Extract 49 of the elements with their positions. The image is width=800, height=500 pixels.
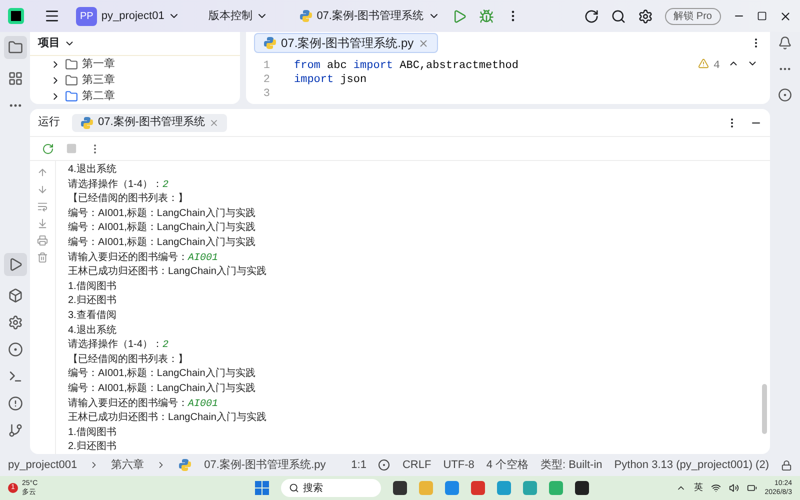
console-line: 3.查看借阅 xyxy=(68,308,116,323)
panel-title: 项目 xyxy=(38,36,60,52)
line-number: 3 xyxy=(263,87,270,100)
input-language[interactable]: 英 xyxy=(694,481,703,495)
console-line: 编号：AI001,标题：LangChain入门与实践 xyxy=(68,236,256,250)
console-line: 2.归还图书 xyxy=(68,440,116,454)
console-line: 请输入要归还的图书编号：AI001 xyxy=(68,396,218,412)
console-line: 【已经借阅的图书列表：】 xyxy=(68,192,188,206)
vcs-dropdown[interactable]: 版本控制 xyxy=(208,8,268,24)
console-line: 编号：AI001,标题：LangChain入门与实践 xyxy=(68,382,256,396)
console-line: 2.归还图书 xyxy=(68,294,116,308)
console-line: 1.借阅图书 xyxy=(68,280,116,294)
console-line: 4.退出系统 xyxy=(68,324,116,338)
code-line: from abc import ABC,abstractmethod xyxy=(294,59,518,72)
warning-count[interactable]: 4 xyxy=(713,58,720,74)
console-line: 4.退出系统 xyxy=(68,163,116,177)
console-line: 1.借阅图书 xyxy=(68,426,116,440)
run-tab[interactable]: 07.案例-图书管理系统 xyxy=(72,114,227,132)
console-line: 编号：AI001,标题：LangChain入门与实践 xyxy=(68,221,256,236)
console-line: 请选择操作（1-4）：2 xyxy=(68,178,168,192)
breadcrumb[interactable]: 第六章 xyxy=(111,456,144,474)
line-ending[interactable]: CRLF xyxy=(402,456,432,474)
tree-item[interactable]: 第二章 xyxy=(82,88,115,104)
tree-item[interactable]: 第一章 xyxy=(82,56,115,72)
line-number: 2 xyxy=(263,73,270,86)
breadcrumb[interactable]: py_project001 xyxy=(8,456,78,474)
console-line: 【已经借阅的图书列表：】 xyxy=(68,352,188,367)
file-type[interactable]: 类型: Built-in xyxy=(540,456,602,474)
console-line: 编号：AI001,标题：LangChain入门与实践 xyxy=(68,206,256,221)
console-line: 请输入要归还的图书编号：AI001 xyxy=(68,250,218,266)
encoding[interactable]: UTF-8 xyxy=(443,456,474,474)
code-line: import json xyxy=(294,73,367,86)
console-line: 王林已成功归还图书：LangChain入门与实践 xyxy=(68,265,266,280)
console-line: 王林已成功归还图书：LangChain入门与实践 xyxy=(68,411,266,426)
tree-item[interactable]: 第三章 xyxy=(82,72,115,88)
panel-title: 运行 xyxy=(38,115,60,130)
taskbar-search[interactable]: 搜索 xyxy=(280,479,381,497)
console-line: 编号：AI001,标题：LangChain入门与实践 xyxy=(68,367,256,382)
console-line: 请选择操作（1-4）：2 xyxy=(68,338,168,353)
breadcrumb[interactable]: 07.案例-图书管理系统.py xyxy=(204,456,326,474)
project-dropdown[interactable]: py_project01 xyxy=(101,8,180,24)
caret-position[interactable]: 1:1 xyxy=(351,456,366,474)
run-config-dropdown[interactable]: 07.案例-图书管理系统 xyxy=(298,8,440,24)
unlock-pro-button[interactable]: 解锁 Pro xyxy=(664,8,721,24)
project-badge: PP xyxy=(76,6,98,26)
indent-setting[interactable]: 4 个空格 xyxy=(486,456,529,474)
interpreter[interactable]: Python 3.13 (py_project001) (2) xyxy=(614,456,769,474)
line-number: 1 xyxy=(263,59,270,72)
editor-tab[interactable]: 07.案例-图书管理系统.py xyxy=(254,33,438,53)
